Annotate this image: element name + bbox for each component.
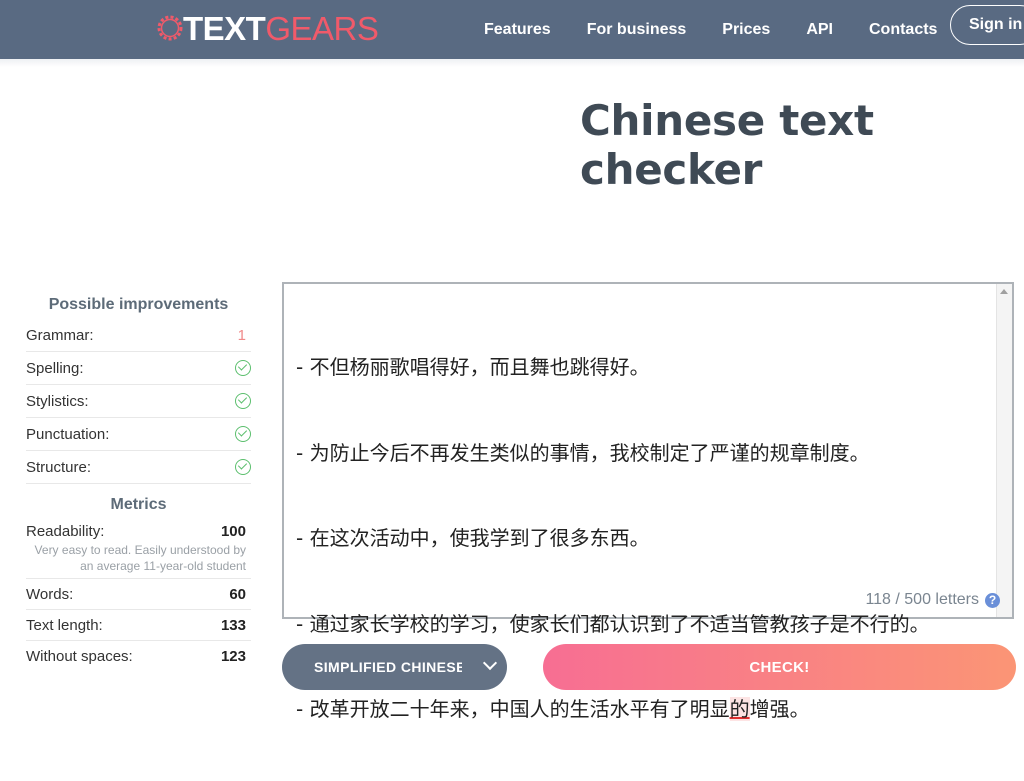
letter-counter: 118 / 500 letters ?: [865, 591, 1000, 609]
readability-label: Readability:: [26, 522, 105, 540]
top-navigation-bar: TEXTGEARS Features For business Prices A…: [0, 0, 1024, 59]
words-label: Words:: [26, 585, 74, 603]
page-title: Chinese text checker: [580, 96, 874, 194]
textgears-logo[interactable]: TEXTGEARS: [155, 7, 379, 49]
punctuation-label: Punctuation:: [26, 425, 110, 443]
grammar-error-count: 1: [237, 326, 246, 344]
language-selected-value: SIMPLIFIED CHINESE: [314, 659, 462, 675]
logo-text-part2: GEARS: [265, 9, 379, 47]
check-circle-icon: [235, 426, 251, 442]
structure-row: Structure:: [26, 451, 251, 484]
possible-improvements-heading: Possible improvements: [48, 296, 229, 313]
editor-scrollbar[interactable]: [996, 284, 1012, 617]
text-length-value: 133: [220, 616, 246, 634]
editor-line: - 在这次活动中，使我学到了很多东西。: [296, 526, 650, 550]
editor-content[interactable]: - 不但杨丽歌唱得好，而且舞也跳得好。 - 为防止今后不再发生类似的事情，我校制…: [296, 296, 976, 781]
readability-note: Very easy to read. Easily understood by …: [34, 543, 246, 573]
words-metric: Words: 60: [26, 579, 251, 610]
check-button[interactable]: CHECK!: [543, 644, 1016, 690]
scroll-up-arrow-icon[interactable]: [1000, 289, 1008, 294]
nav-api[interactable]: API: [806, 21, 833, 39]
readability-value: 100: [220, 522, 246, 540]
gear-icon: [157, 15, 183, 41]
text-length-label: Text length:: [26, 616, 103, 634]
editor-line: - 改革开放二十年来，中国人的生活水平有了明显的增强。: [296, 695, 976, 724]
editor-line: - 为防止今后不再发生类似的事情，我校制定了严谨的规章制度。: [296, 440, 870, 465]
editor-line: - 不但杨丽歌唱得好，而且舞也跳得好。: [296, 355, 650, 379]
spelling-label: Spelling:: [26, 359, 84, 377]
text-editor[interactable]: - 不但杨丽歌唱得好，而且舞也跳得好。 - 为防止今后不再发生类似的事情，我校制…: [282, 282, 1014, 721]
grammar-row[interactable]: Grammar: 1: [26, 319, 251, 352]
help-icon[interactable]: ?: [985, 592, 1000, 608]
words-value: 60: [229, 585, 246, 603]
structure-label: Structure:: [26, 458, 92, 476]
main-nav: Features For business Prices API Contact…: [484, 0, 973, 59]
readability-metric: Readability: 100 Very easy to read. Easi…: [26, 520, 251, 579]
header-shadow: [0, 59, 1024, 67]
nav-for-business[interactable]: For business: [587, 21, 687, 39]
nav-contacts[interactable]: Contacts: [869, 21, 937, 39]
logo-text-part1: TEXT: [183, 9, 266, 47]
editor-line: - 通过家长学校的学习，使家长们都认识到了不适当管教孩子是不行的。: [296, 611, 930, 636]
editor-text-segment: 增强。: [749, 697, 810, 721]
without-spaces-metric: Without spaces: 123: [26, 641, 251, 671]
without-spaces-value: 123: [220, 647, 246, 665]
metrics-heading: Metrics: [110, 496, 167, 513]
chevron-down-icon: [482, 655, 498, 671]
check-circle-icon: [235, 459, 251, 475]
spelling-row: Spelling:: [26, 352, 251, 385]
results-sidebar: Possible improvements Grammar: 1 Spellin…: [26, 290, 251, 671]
check-circle-icon: [235, 360, 251, 376]
without-spaces-label: Without spaces:: [26, 647, 133, 665]
nav-prices[interactable]: Prices: [722, 21, 770, 39]
stylistics-label: Stylistics:: [26, 392, 89, 410]
check-circle-icon: [235, 393, 251, 409]
grammar-label: Grammar:: [26, 326, 94, 344]
grammar-error-highlight[interactable]: 的: [729, 697, 750, 721]
sign-in-button[interactable]: Sign in: [950, 5, 1024, 45]
letter-count-text: 118 / 500 letters: [865, 591, 979, 608]
text-length-metric: Text length: 133: [26, 610, 251, 641]
editor-text-segment: - 改革开放二十年来，中国人的生活水平有了明显: [296, 697, 730, 721]
nav-features[interactable]: Features: [484, 21, 551, 39]
language-select[interactable]: SIMPLIFIED CHINESE: [282, 644, 507, 690]
punctuation-row: Punctuation:: [26, 418, 251, 451]
stylistics-row: Stylistics:: [26, 385, 251, 418]
